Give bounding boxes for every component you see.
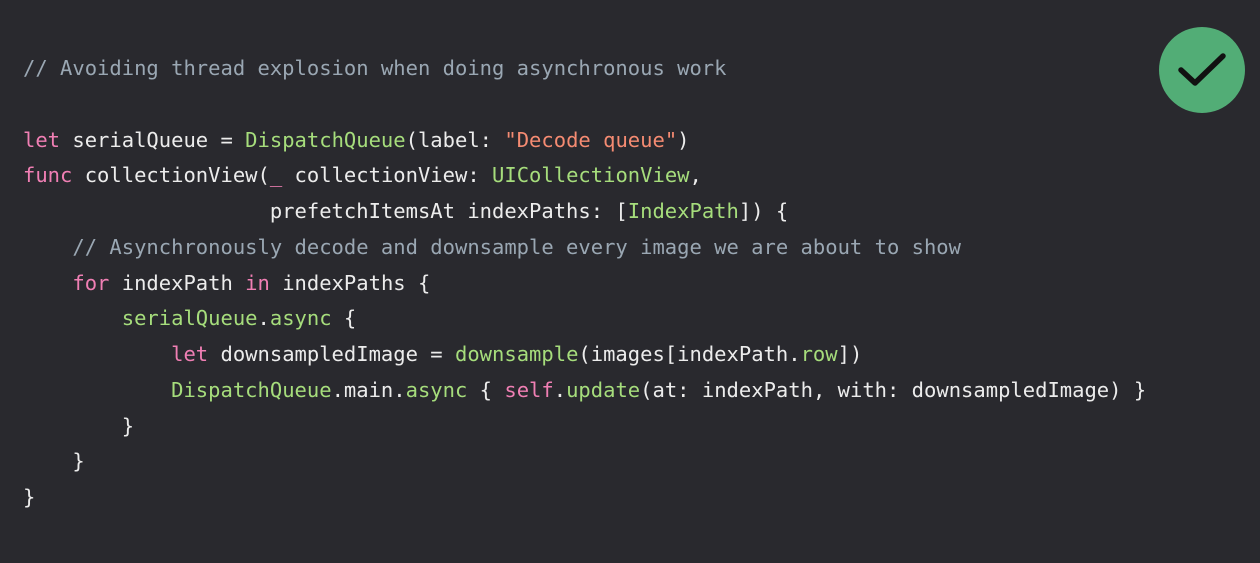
code-token-plain: { xyxy=(331,306,357,331)
code-token-plain: } xyxy=(23,485,36,509)
code-line: let serialQueue = DispatchQueue(label: "… xyxy=(23,123,1146,159)
code-token-plain: (label: xyxy=(405,127,505,152)
code-token-plain: indexPaths { xyxy=(269,270,431,295)
code-token-type: DispatchQueue xyxy=(171,377,332,402)
code-line: } xyxy=(23,480,1146,516)
code-token-comment: // Avoiding thread explosion when doing … xyxy=(23,56,727,80)
code-token-type: async xyxy=(269,306,332,331)
code-token-type: row xyxy=(800,342,838,366)
code-token-type: downsample xyxy=(454,342,579,366)
code-token-plain: indexPath xyxy=(109,270,246,295)
code-line: serialQueue.async { xyxy=(23,301,1146,337)
code-token-plain: serialQueue = xyxy=(60,127,246,152)
code-token-keyword: func xyxy=(23,163,73,188)
code-token-plain: ]) xyxy=(837,342,863,366)
code-line: // Avoiding thread explosion when doing … xyxy=(23,51,1146,87)
code-line: prefetchItemsAt indexPaths: [IndexPath])… xyxy=(23,194,1146,230)
code-token-plain: . xyxy=(553,377,567,402)
code-token-keyword: let xyxy=(23,127,61,152)
code-token-plain: collectionView: xyxy=(282,163,493,188)
code-line: DispatchQueue.main.async { self.update(a… xyxy=(23,373,1146,409)
code-line: } xyxy=(23,409,1146,445)
code-token-plain: , xyxy=(689,163,702,188)
code-token-plain: (at: indexPath, with: downsampledImage) … xyxy=(640,377,1147,402)
code-line: for indexPath in indexPaths { xyxy=(23,266,1146,302)
code-token-type: IndexPath xyxy=(627,199,739,223)
code-token-keyword: in xyxy=(245,270,270,295)
code-token-type: UICollectionView xyxy=(492,163,690,188)
code-token-plain: } xyxy=(23,449,85,474)
code-slide: // Avoiding thread explosion when doing … xyxy=(0,0,1260,563)
success-badge xyxy=(1159,27,1245,113)
code-token-keyword: _ xyxy=(269,163,283,188)
code-token-string: "Decode queue" xyxy=(504,127,678,152)
code-token-plain: . xyxy=(257,306,270,331)
code-token-plain: { xyxy=(467,377,505,402)
code-token-keyword: let xyxy=(171,342,209,366)
code-block: // Avoiding thread explosion when doing … xyxy=(23,51,1146,516)
code-token-keyword: self xyxy=(504,377,554,402)
code-token-comment: // Asynchronously decode and downsample … xyxy=(23,234,961,259)
code-line: // Asynchronously decode and downsample … xyxy=(23,230,1146,266)
code-token-plain: ) xyxy=(677,127,690,152)
code-token-type: DispatchQueue xyxy=(245,127,406,152)
code-line: func collectionView(_ collectionView: UI… xyxy=(23,158,1146,194)
checkmark-icon xyxy=(1178,53,1226,86)
code-token-plain: collectionView( xyxy=(72,163,270,188)
code-token-keyword: for xyxy=(72,270,110,295)
code-line: } xyxy=(23,444,1146,480)
code-token-plain: (images[indexPath. xyxy=(578,342,801,366)
code-token-type: serialQueue xyxy=(121,306,258,331)
code-token-plain: prefetchItemsAt indexPaths: [ xyxy=(23,199,628,223)
code-token-plain: downsampledImage = xyxy=(208,342,455,366)
code-token-plain: .main. xyxy=(331,377,406,402)
code-token-type: update xyxy=(566,377,641,402)
code-token-type: async xyxy=(405,377,468,402)
code-line: let downsampledImage = downsample(images… xyxy=(23,337,1146,373)
code-token-plain: } xyxy=(23,413,135,438)
code-token-plain: ]) { xyxy=(738,199,789,223)
